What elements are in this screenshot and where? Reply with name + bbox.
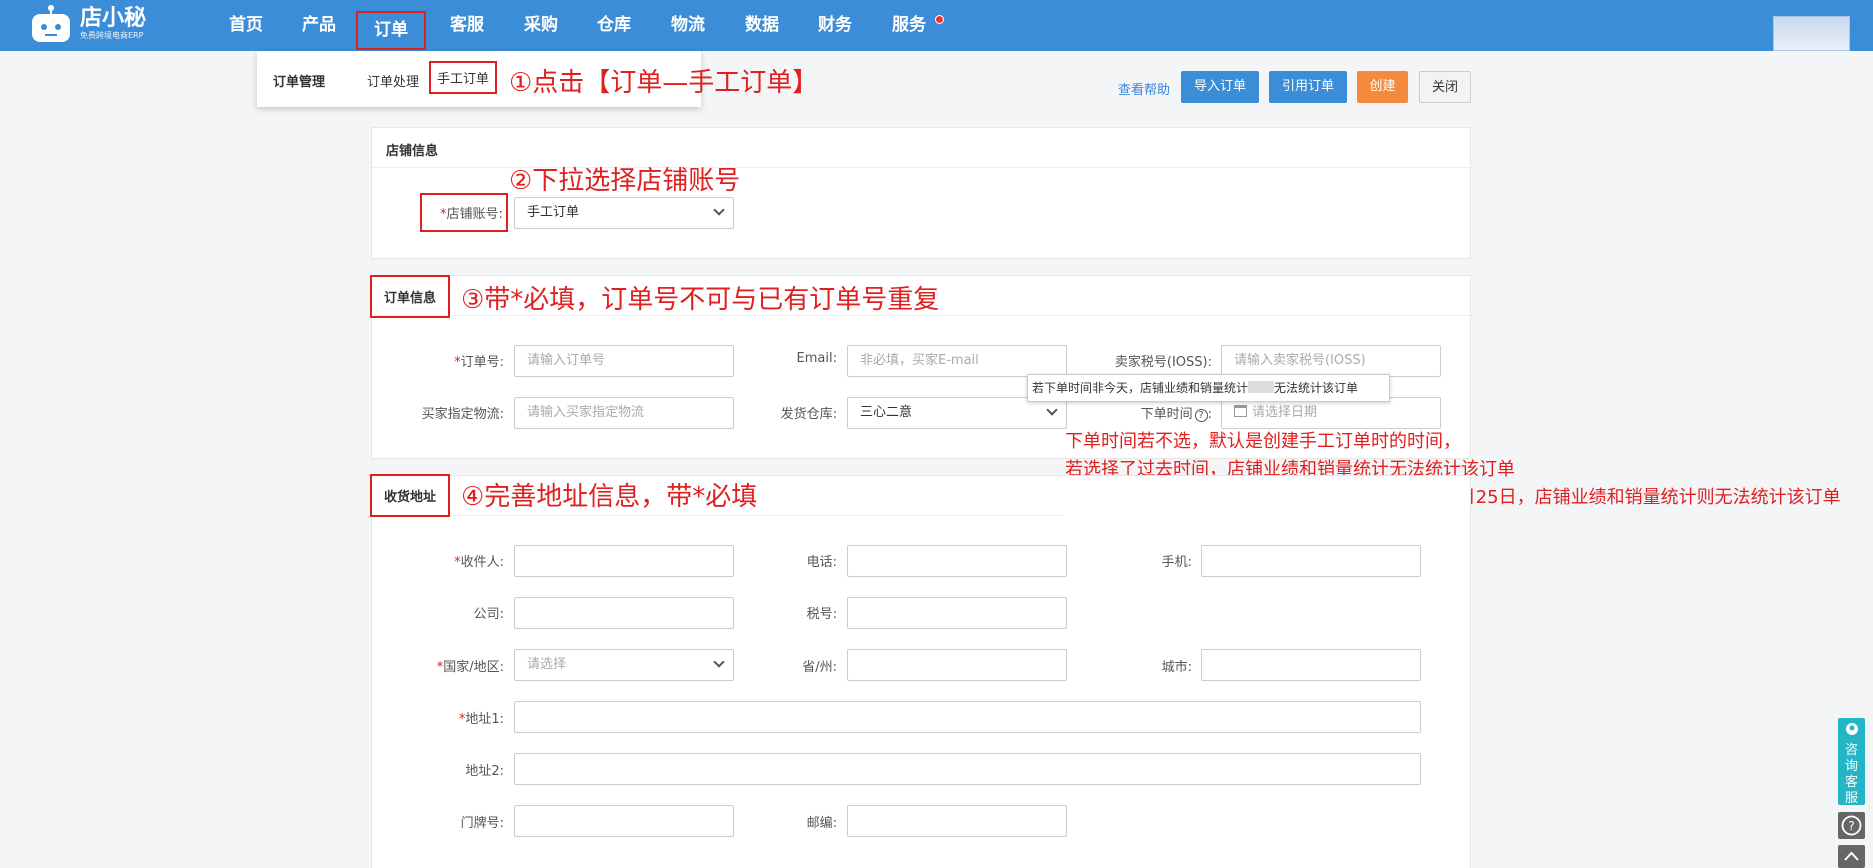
ioss-label: 卖家税号(IOSS): <box>1114 355 1212 370</box>
annotation-note-1: 下单时间若不选，默认是创建手工订单时的时间， <box>1065 431 1461 452</box>
address2-input[interactable] <box>514 753 1421 785</box>
nav-finance[interactable]: 财务 <box>815 13 855 37</box>
recipient-label: *收件人: <box>454 555 504 570</box>
chevron-down-icon <box>713 656 725 668</box>
tax-no-input[interactable] <box>847 597 1067 629</box>
store-info-title: 店铺信息 <box>386 144 439 159</box>
door-no-label: 门牌号: <box>460 816 504 831</box>
redacted-block <box>1248 381 1275 393</box>
address2-label: 地址2: <box>465 764 504 779</box>
address1-input[interactable] <box>514 701 1421 733</box>
logistics-input[interactable]: 请输入买家指定物流 <box>514 397 734 429</box>
province-input[interactable] <box>847 649 1067 681</box>
chevron-down-icon <box>1046 404 1058 416</box>
service-char: 服 <box>1844 791 1858 806</box>
annotation-step1: ①点击【订单—手工订单】 <box>509 68 819 98</box>
order-time-label: 下单时间?: <box>1140 407 1212 422</box>
phone-label: 电话: <box>806 555 837 570</box>
nav-product[interactable]: 产品 <box>299 13 339 37</box>
tax-no-label: 税号: <box>806 607 837 622</box>
service-char: 询 <box>1844 759 1858 774</box>
phone-input[interactable] <box>847 545 1067 577</box>
store-account-select[interactable]: 手工订单 <box>514 197 734 229</box>
ioss-input[interactable]: 请输入卖家税号(IOSS) <box>1221 345 1441 377</box>
headset-icon <box>1845 723 1858 735</box>
logistics-label: 买家指定物流: <box>421 407 504 422</box>
zipcode-input[interactable] <box>847 805 1067 837</box>
logo-subtitle: 免费跨境电商ERP <box>80 31 144 40</box>
create-button[interactable]: 创建 <box>1357 71 1408 103</box>
company-label: 公司: <box>473 607 504 622</box>
logo[interactable]: 店小秘 免费跨境电商ERP <box>28 4 146 44</box>
province-label: 省/州: <box>802 660 837 675</box>
annotation-step2: ②下拉选择店铺账号 <box>509 166 741 196</box>
top-navbar: 店小秘 免费跨境电商ERP 首页 产品 订单 客服 采购 仓库 物流 数据 财务… <box>0 0 1873 51</box>
chevron-up-icon <box>1844 851 1859 861</box>
nav-order[interactable]: 订单 <box>356 11 426 50</box>
address1-label: *地址1: <box>458 712 504 727</box>
logo-name: 店小秘 <box>80 6 147 31</box>
user-avatar[interactable] <box>1773 16 1850 51</box>
service-char: 咨 <box>1844 743 1858 758</box>
warehouse-label: 发货仓库: <box>780 407 837 422</box>
nav-home[interactable]: 首页 <box>226 13 266 37</box>
nav-data[interactable]: 数据 <box>742 13 782 37</box>
nav-warehouse[interactable]: 仓库 <box>594 13 634 37</box>
company-input[interactable] <box>514 597 734 629</box>
help-question-icon[interactable]: ? <box>1194 409 1208 422</box>
chevron-down-icon <box>713 204 725 216</box>
question-circle-icon: ? <box>1841 815 1862 836</box>
order-no-input[interactable]: 请输入订单号 <box>514 345 734 377</box>
help-button[interactable]: ? <box>1838 812 1865 839</box>
order-info-title: 订单信息 <box>370 275 451 318</box>
nav-purchase[interactable]: 采购 <box>521 13 561 37</box>
annotation-step3: ③带*必填，订单号不可与已有订单号重复 <box>461 285 940 315</box>
email-label: Email: <box>796 351 837 366</box>
order-no-label: *订单号: <box>454 355 504 370</box>
nav-customer-service[interactable]: 客服 <box>447 13 487 37</box>
mobile-input[interactable] <box>1201 545 1421 577</box>
door-no-input[interactable] <box>514 805 734 837</box>
email-input[interactable]: 非必填，买家E-mail <box>847 345 1067 377</box>
robot-logo-icon <box>32 5 70 42</box>
help-link[interactable]: 查看帮助 <box>1118 79 1170 98</box>
quote-order-button[interactable]: 引用订单 <box>1269 71 1347 103</box>
calendar-icon <box>1234 405 1247 417</box>
country-select[interactable]: 请选择 <box>514 649 734 681</box>
submenu-heading: 订单管理 <box>273 75 326 90</box>
address-title: 收货地址 <box>370 474 451 517</box>
nav-service[interactable]: 服务 <box>889 13 929 37</box>
svg-text:?: ? <box>1848 819 1854 833</box>
submenu-order-processing[interactable]: 订单处理 <box>367 71 419 90</box>
nav-logistics[interactable]: 物流 <box>668 13 708 37</box>
notification-dot <box>935 15 944 24</box>
order-time-tooltip: 若下单时间非今天，店铺业绩和销量统计 无法统计该订单 <box>1027 374 1390 402</box>
annotation-step4: ④完善地址信息，带*必填 <box>461 482 758 512</box>
divider <box>372 515 1062 516</box>
submenu-manual-order[interactable]: 手工订单 <box>429 61 498 94</box>
mobile-label: 手机: <box>1161 555 1192 570</box>
import-order-button[interactable]: 导入订单 <box>1181 71 1259 103</box>
country-label: *国家/地区: <box>436 660 504 675</box>
consult-service-button[interactable]: 咨 询 客 服 <box>1838 718 1865 806</box>
recipient-input[interactable] <box>514 545 734 577</box>
city-label: 城市: <box>1161 660 1192 675</box>
service-char: 客 <box>1844 775 1858 790</box>
store-account-label: *店铺账号: <box>420 193 508 232</box>
zipcode-label: 邮编: <box>806 816 837 831</box>
city-input[interactable] <box>1201 649 1421 681</box>
back-to-top-button[interactable] <box>1838 845 1865 868</box>
close-button[interactable]: 关闭 <box>1419 71 1471 103</box>
